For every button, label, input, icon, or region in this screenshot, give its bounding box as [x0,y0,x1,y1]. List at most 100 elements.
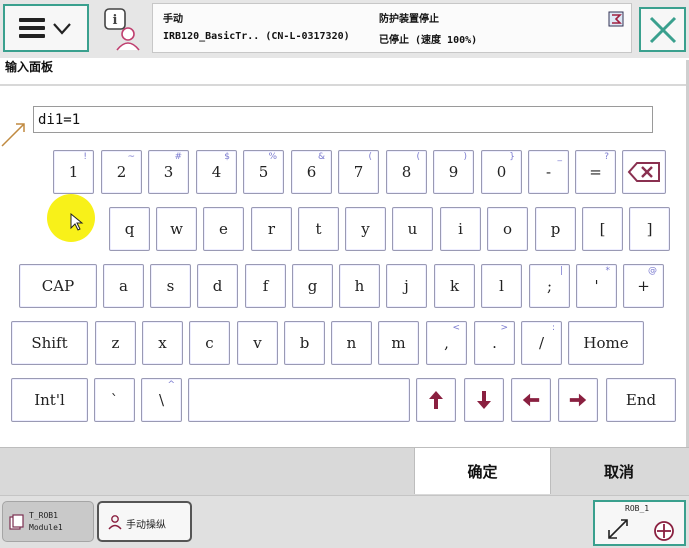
operation-mode: 手动 [163,14,183,25]
key-label: e [219,220,228,238]
key-label: l [499,277,504,295]
key-row2-7[interactable]: i [440,207,481,251]
arrow-up-key[interactable] [416,378,456,422]
key-row2-1[interactable]: w [156,207,197,251]
key-row3-2[interactable]: d [197,264,238,308]
key-label: 1 [68,163,79,181]
key-label: 9 [448,163,459,181]
key-shift-label: } [509,152,515,162]
key-row2-4[interactable]: t [298,207,339,251]
key-row3-5[interactable]: h [339,264,380,308]
quickset-button[interactable]: ROB_1 [593,500,686,546]
key-row1-6[interactable]: 7( [338,150,379,194]
key-row4-1[interactable]: x [142,321,183,365]
key-row1-1[interactable]: 2 ~ [101,150,142,194]
key-row2-3[interactable]: r [251,207,292,251]
key-label: f [262,277,269,295]
key-row4-2[interactable]: c [189,321,230,365]
arrow-left-key[interactable] [511,378,551,422]
key-row1-2[interactable]: 3 # [148,150,189,194]
key-row4-6[interactable]: m [378,321,419,365]
key-row2-8[interactable]: o [487,207,528,251]
key-row3-0[interactable]: a [103,264,144,308]
key-row1-4[interactable]: 5% [243,150,284,194]
key-row1-5[interactable]: 6 & [291,150,332,194]
key-row1-7[interactable]: 8( [386,150,427,194]
key-row1-10[interactable]: - _ [528,150,569,194]
key-shift-label: # [174,152,182,162]
key-row1-8[interactable]: 9) [433,150,474,194]
key-row2-2[interactable]: e [203,207,244,251]
key-row3-10[interactable]: ' * [576,264,617,308]
jogging-tab[interactable]: 手动操纵 [97,501,192,542]
home-label: Home [583,334,629,352]
home-key[interactable]: Home [568,321,644,365]
cancel-button[interactable]: 取消 [552,448,686,494]
shift-key[interactable]: Shift [11,321,88,365]
key-label: g [307,277,318,295]
key-row4-4[interactable]: b [284,321,325,365]
key-row3-7[interactable]: k [434,264,475,308]
caps-lock-label: CAP [41,277,75,295]
key-row2-6[interactable]: u [392,207,433,251]
arrow-up-icon [429,391,443,409]
arrow-down-key[interactable] [464,378,504,422]
key-shift-label: _ [557,152,563,162]
event-log-icon[interactable] [608,11,624,27]
key-row2-11[interactable]: ] [629,207,670,251]
space-key[interactable] [188,378,410,422]
caps-lock-key[interactable]: CAP [19,264,97,308]
key-row3-3[interactable]: f [245,264,286,308]
status-panel[interactable]: 手动 IRB120_BasicTr.. (CN-L-0317320) 防护装置停… [152,3,632,53]
key-row4-9[interactable]: /: [521,321,562,365]
key-row4-8[interactable]: . > [474,321,515,365]
close-button[interactable] [639,7,686,52]
key-label: / [538,334,545,352]
key-row3-8[interactable]: l [481,264,522,308]
key-label: a [119,277,128,295]
key-label: ; [546,277,553,295]
key-label: z [111,334,120,352]
key-row3-4[interactable]: g [292,264,333,308]
program-icon [9,514,24,530]
key-row1-0[interactable]: 1! [53,150,94,194]
text-input-field[interactable] [33,106,653,133]
shift-label: Shift [31,334,68,352]
text-input[interactable] [34,107,652,132]
speed-icon [654,521,674,541]
key-row2-0[interactable]: q [109,207,150,251]
key-row2-10[interactable]: [ [582,207,623,251]
key-row2-5[interactable]: y [345,207,386,251]
key-row1-9[interactable]: 0} [481,150,522,194]
key-row1-11[interactable]: =? [575,150,616,194]
arrow-right-key[interactable] [558,378,598,422]
key-row2-9[interactable]: p [535,207,576,251]
key-row5-0[interactable]: ` [94,378,135,422]
chevron-down-icon [53,23,71,35]
key-row5-1[interactable]: \ ^ [141,378,182,422]
key-label: n [346,334,357,352]
key-label: 6 [306,163,317,181]
key-row3-1[interactable]: s [150,264,191,308]
key-label: 5 [258,163,269,181]
task-program-tab[interactable]: T_ROB1 Module1 [2,501,94,542]
international-key[interactable]: Int'l [11,378,88,422]
key-row3-11[interactable]: + @ [623,264,664,308]
event-info-icon[interactable]: i [101,6,145,52]
key-row1-3[interactable]: 4 $ [196,150,237,194]
end-key[interactable]: End [606,378,676,422]
key-row4-3[interactable]: v [237,321,278,365]
key-row3-6[interactable]: j [386,264,427,308]
key-row4-5[interactable]: n [331,321,372,365]
key-shift-label: ! [83,152,87,162]
backspace-key[interactable] [622,150,666,194]
hamburger-icon [19,18,45,38]
key-row4-0[interactable]: z [95,321,136,365]
key-row4-7[interactable]: , < [426,321,467,365]
key-shift-label: | [559,266,563,276]
key-shift-label: ? [604,152,609,162]
main-menu-button[interactable] [3,4,89,52]
key-label: v [253,334,262,352]
key-row3-9[interactable]: ; | [529,264,570,308]
confirm-button[interactable]: 确定 [414,448,551,494]
